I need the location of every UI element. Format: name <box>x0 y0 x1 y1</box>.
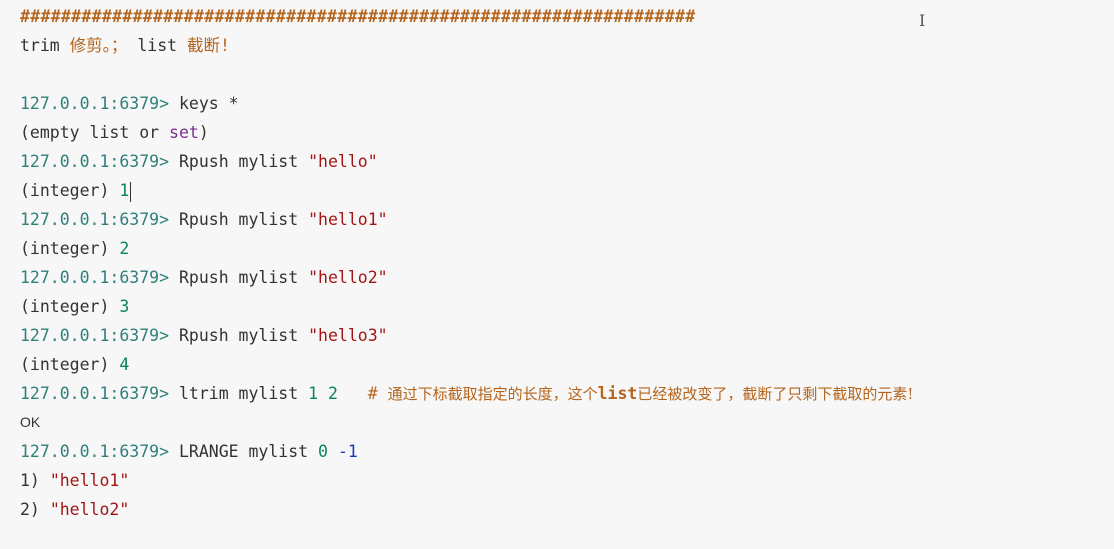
cli-output: (integer) 2 <box>20 234 129 263</box>
prompt: 127.0.0.1:6379> <box>20 94 179 113</box>
string-arg: "hello3" <box>308 326 388 345</box>
prompt: 127.0.0.1:6379> <box>20 152 179 171</box>
ok-output: OK <box>20 414 41 430</box>
output-text: ) <box>198 123 209 142</box>
cli-line: 127.0.0.1:6379> Rpush mylist "hello" <box>20 147 378 176</box>
integer-value: 1 <box>119 181 130 200</box>
command: keys * <box>178 94 239 113</box>
result-value: "hello1" <box>49 471 130 490</box>
integer-value: 3 <box>119 297 130 316</box>
prompt: 127.0.0.1:6379> <box>20 326 179 345</box>
cli-line: 127.0.0.1:6379> Rpush mylist "hello1" <box>20 205 388 234</box>
i-beam-cursor-icon: I <box>919 11 926 30</box>
prompt: 127.0.0.1:6379> <box>20 384 179 403</box>
result-value: "hello2" <box>49 500 130 519</box>
command: Rpush mylist <box>178 210 309 229</box>
result-item: 2) "hello2" <box>20 495 129 524</box>
cli-line: 127.0.0.1:6379> Rpush mylist "hello3" <box>20 321 388 350</box>
comment-text: 已经被改变了，截断了只剩下截取的元素! <box>637 385 914 403</box>
cli-output: (integer) 1 <box>20 176 132 205</box>
note-trim-cn: 修剪。； <box>59 36 128 55</box>
string-arg: "hello1" <box>308 210 388 229</box>
result-index: 2) <box>20 500 50 519</box>
text-cursor <box>130 181 132 202</box>
cli-line: 127.0.0.1:6379> ltrim mylist 1 2 # 通过下标截… <box>20 379 913 408</box>
command: LRANGE mylist <box>178 442 319 461</box>
output-text: (integer) <box>20 297 120 316</box>
cli-line: 127.0.0.1:6379> LRANGE mylist 0 -1 <box>20 437 358 466</box>
comment-hash: # <box>367 384 388 403</box>
integer-arg: 0 <box>318 442 328 461</box>
integer-arg: 1 <box>308 384 319 403</box>
result-index: 1) <box>20 471 50 490</box>
string-arg: "hello" <box>308 152 378 171</box>
string-arg: "hello2" <box>308 268 388 287</box>
prompt: 127.0.0.1:6379> <box>20 210 179 229</box>
cli-output: (empty list or set) <box>20 118 209 147</box>
cli-output: (integer) 3 <box>20 292 129 321</box>
note-trim: trim <box>20 36 60 55</box>
prompt: 127.0.0.1:6379> <box>20 442 179 461</box>
comment-text: 通过下标截取指定的长度，这个 <box>387 385 598 403</box>
note-list-cn: 截断! <box>177 36 230 55</box>
command: Rpush mylist <box>178 326 309 345</box>
hash-separator: ########################################… <box>20 7 696 26</box>
integer-value: 2 <box>119 239 130 258</box>
command: Rpush mylist <box>178 268 309 287</box>
output-text: (integer) <box>20 181 120 200</box>
integer-value: 4 <box>119 355 130 374</box>
cli-line: 127.0.0.1:6379> keys * <box>20 89 239 118</box>
comment: # 通过下标截取指定的长度，这个list已经被改变了，截断了只剩下截取的元素! <box>368 384 914 403</box>
output-text: (integer) <box>20 239 120 258</box>
integer-arg: -1 <box>337 442 358 461</box>
note-list: list <box>127 36 178 55</box>
code-block: ########################################… <box>0 0 1114 549</box>
result-item: 1) "hello1" <box>20 466 129 495</box>
comment-keyword: list <box>597 384 638 403</box>
note-line: trim 修剪。； list 截断! <box>20 31 230 60</box>
output-text: (integer) <box>20 355 120 374</box>
cli-line: 127.0.0.1:6379> Rpush mylist "hello2" <box>20 263 388 292</box>
command: Rpush mylist <box>178 152 309 171</box>
output-text: (empty list or <box>20 123 170 142</box>
keyword: set <box>169 123 199 142</box>
prompt: 127.0.0.1:6379> <box>20 268 179 287</box>
cli-output: (integer) 4 <box>20 350 129 379</box>
integer-arg: 2 <box>327 384 338 403</box>
command: ltrim mylist <box>178 384 309 403</box>
